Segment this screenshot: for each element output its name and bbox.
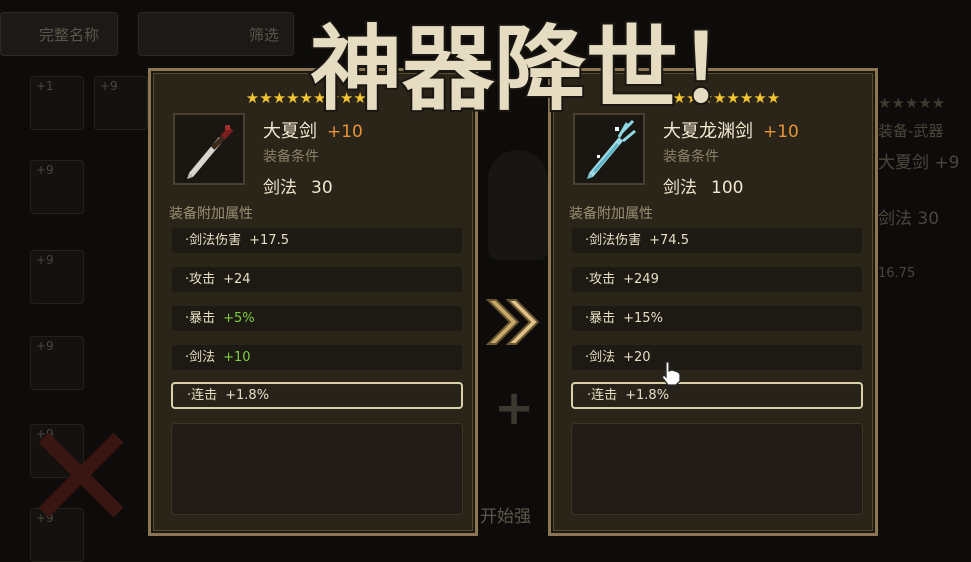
requirement-label: 装备条件 (663, 149, 719, 165)
attribute-row[interactable]: ·攻击 +24 (171, 266, 463, 293)
requirement-label: 装备条件 (263, 149, 319, 165)
attribute-row[interactable]: ·剑法伤害 +17.5 (171, 227, 463, 254)
hand-cursor-icon (661, 361, 681, 386)
double-arrow-icon (486, 299, 540, 345)
svg-text:神器降世！: 神器降世！ (310, 15, 770, 123)
empty-attribute-slot (171, 423, 463, 515)
bg-right-detail-panel: ★★★★★ 装备-武器 大夏剑 +9 剑法 30 16.75 (878, 94, 960, 281)
bonus-attributes-title: 装备附加属性 (169, 206, 253, 222)
bg-character-portrait (488, 150, 548, 260)
bg-start-enhance-label[interactable]: 开始强 (480, 502, 531, 527)
bonus-attributes-title: 装备附加属性 (569, 206, 653, 222)
attribute-row-selected[interactable]: ·连击 +1.8% (171, 382, 463, 409)
item-icon-frame (173, 113, 245, 185)
bg-inventory-slot[interactable]: +9 (30, 250, 84, 304)
bg-plus-icon: + (494, 380, 535, 436)
requirement-skill: 剑法 100 (663, 178, 744, 198)
item-panel-after: ★★★★★★★★★★ 大夏龙渊剑 +10 装备条件 剑法 100 装备附加属性 ·剑… (548, 68, 878, 536)
bg-inventory-slot[interactable]: +9 (30, 160, 84, 214)
bg-inventory-slot[interactable]: +1 (30, 76, 84, 130)
bg-inventory-slot[interactable]: +9 (94, 76, 148, 130)
bg-tab-fullname[interactable]: 完整名称 (0, 12, 118, 56)
bg-tab-filter[interactable]: 筛选 (138, 12, 294, 56)
page-title: 神器降世！ (308, 13, 772, 125)
attribute-row[interactable]: ·剑法伤害 +74.5 (571, 227, 863, 254)
requirement-skill: 剑法 30 (263, 178, 333, 198)
attribute-row[interactable]: ·攻击 +249 (571, 266, 863, 293)
attribute-row[interactable]: ·剑法 +10 (171, 344, 463, 371)
sword-icon (187, 125, 234, 179)
attribute-row[interactable]: ·暴击 +5% (171, 305, 463, 332)
attribute-row[interactable]: ·剑法 +20 (571, 344, 863, 371)
attribute-row-selected[interactable]: ·连击 +1.8% (571, 382, 863, 409)
bg-cross-icon (34, 430, 124, 520)
empty-attribute-slot (571, 423, 863, 515)
item-panel-before: ★★★★★★★★★★ 大夏剑 +10 装备条件 剑法 30 装备附加属性 ·剑法伤害… (148, 68, 478, 536)
attribute-row[interactable]: ·暴击 +15% (571, 305, 863, 332)
bg-inventory-slot[interactable]: +9 (30, 336, 84, 390)
